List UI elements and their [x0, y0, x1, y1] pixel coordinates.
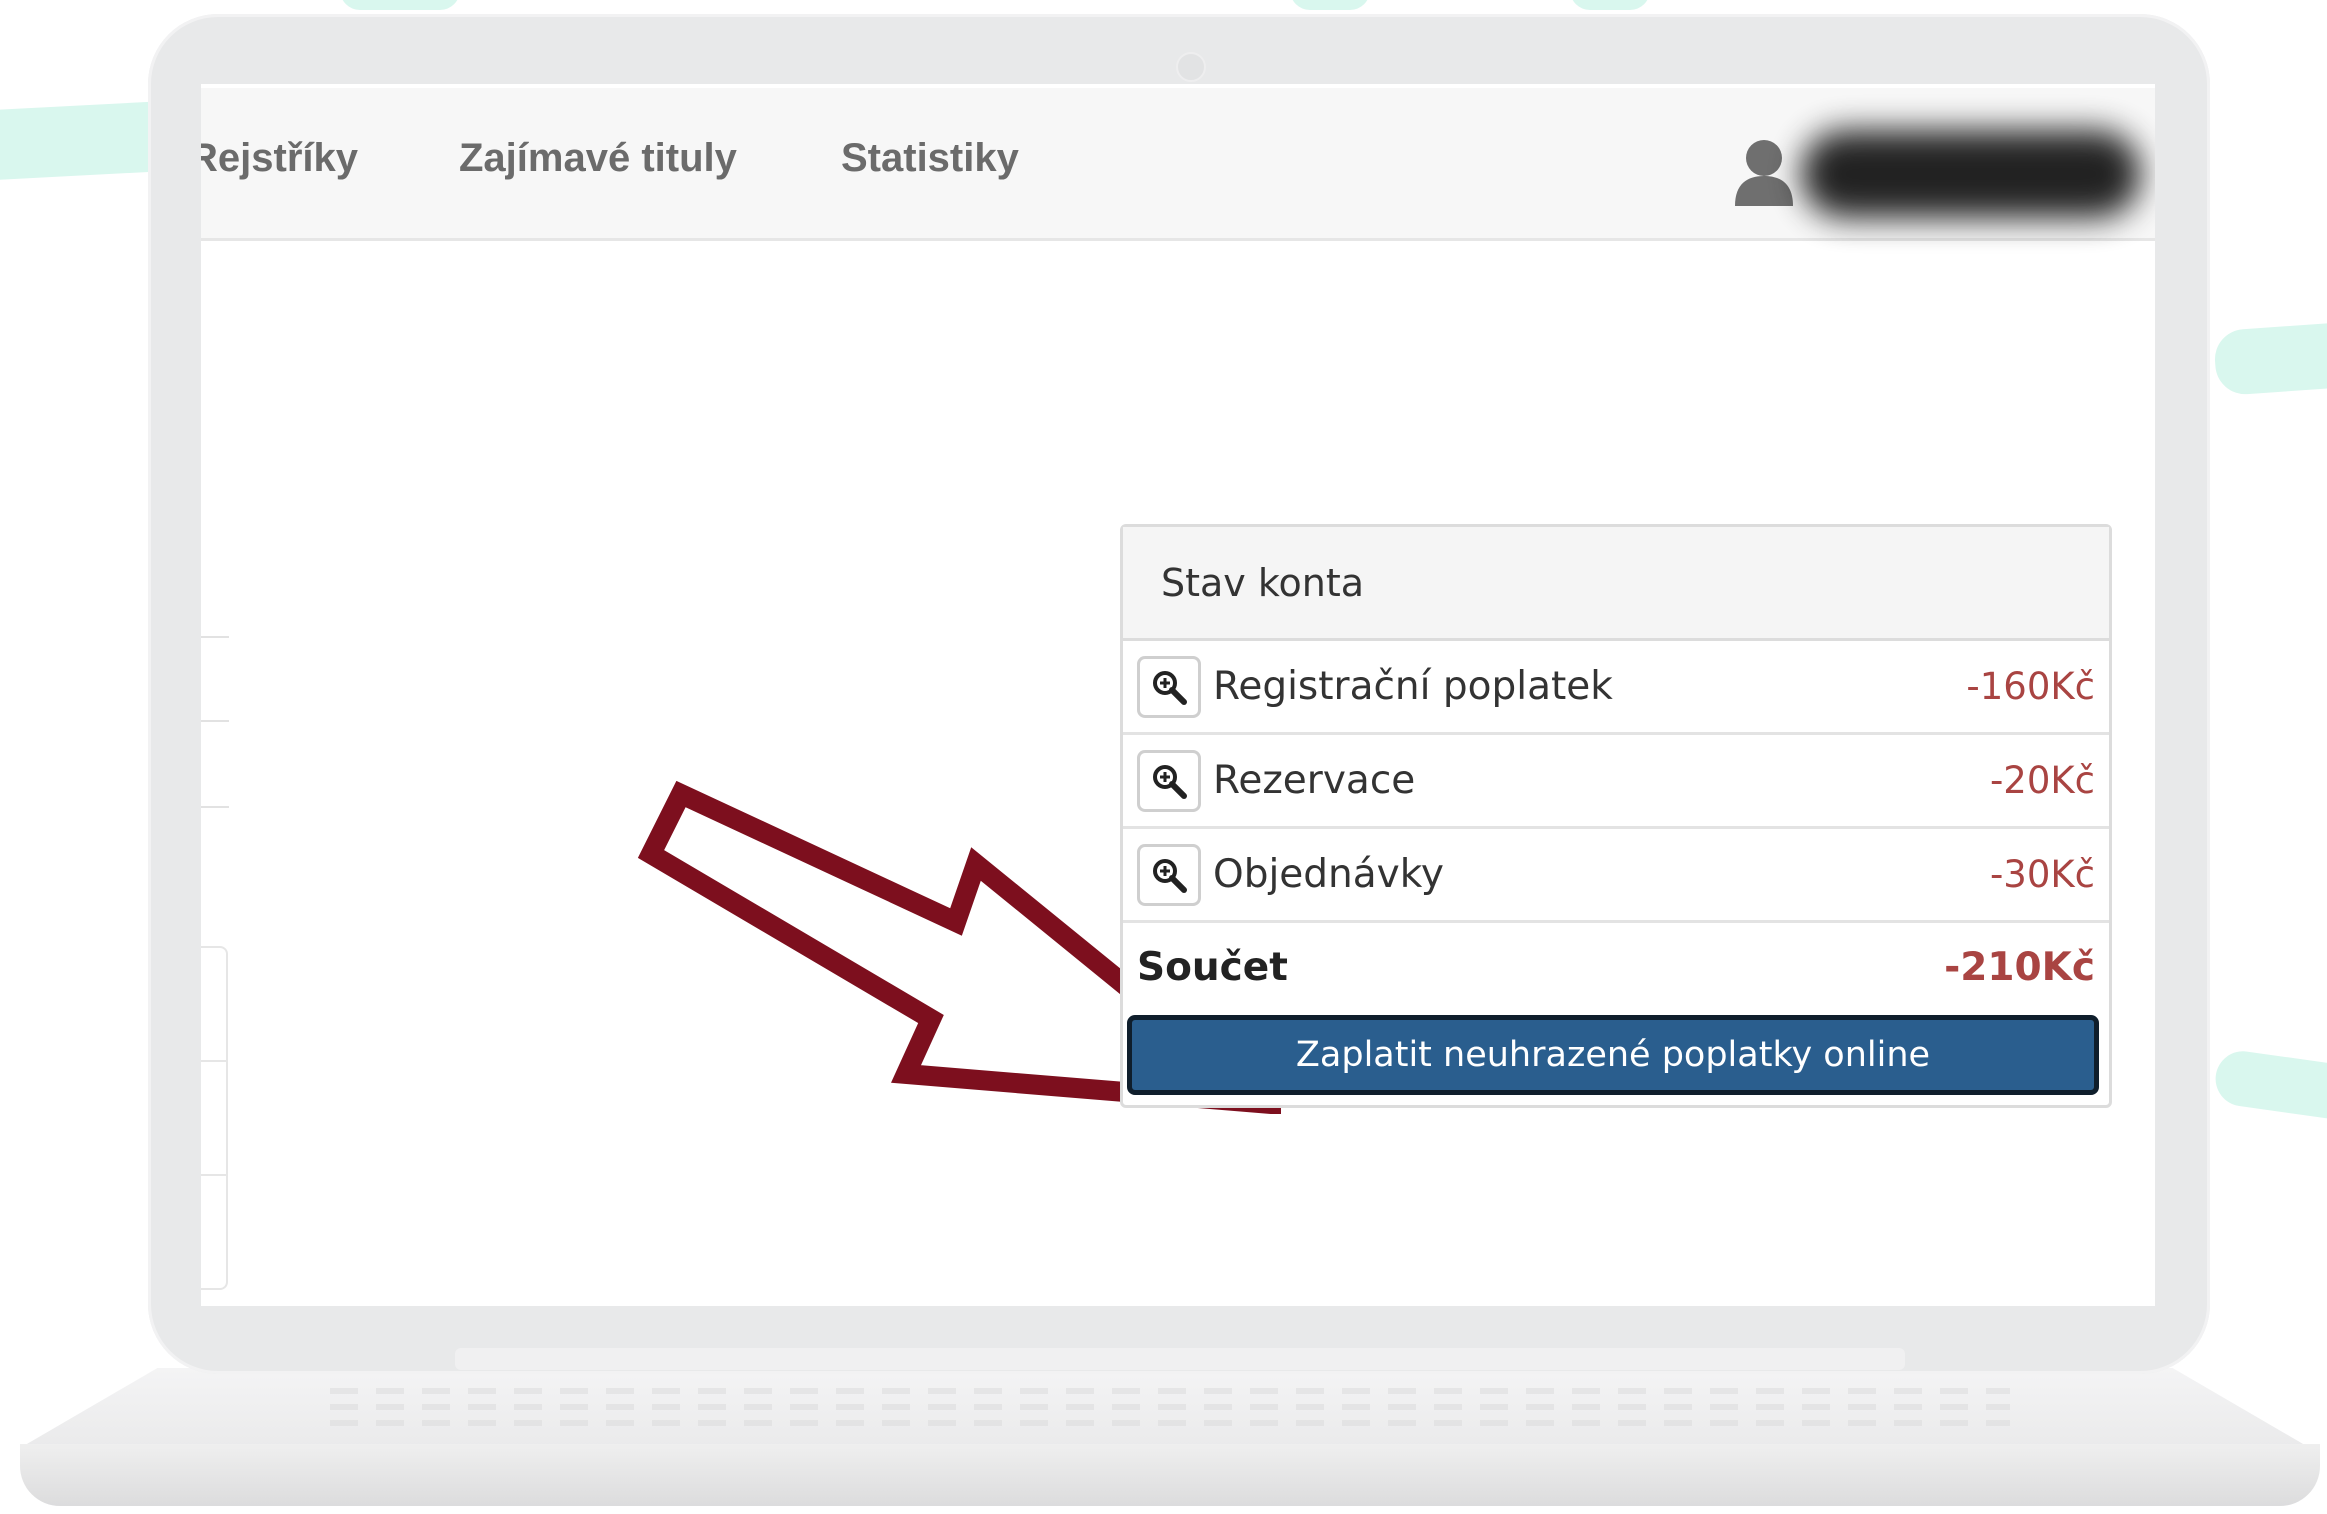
background-stroke [1570, 0, 1650, 10]
fee-amount: -20Kč [1989, 759, 2095, 802]
pay-online-button[interactable]: Zaplatit neuhrazené poplatky online [1127, 1015, 2099, 1095]
panel-heading: Stav konta [1123, 527, 2109, 641]
total-amount: -210Kč [1944, 944, 2095, 990]
sidebar-divider [201, 636, 229, 638]
fee-amount: -160Kč [1966, 665, 2095, 708]
nav-item-rejstriky[interactable]: Rejstříky [201, 136, 358, 181]
top-navbar: Rejstříky Zajímavé tituly Statistiky [201, 84, 2155, 241]
fee-label: Registrační poplatek [1213, 664, 1613, 709]
laptop-hinge [455, 1348, 1905, 1370]
zoom-in-icon[interactable] [1137, 749, 1201, 812]
nav-item-statistiky[interactable]: Statistiky [841, 136, 1019, 181]
blurred-user-name[interactable] [1801, 130, 2141, 218]
nav-item-zajimave-tituly[interactable]: Zajímavé tituly [459, 136, 737, 181]
total-label: Součet [1137, 944, 1288, 990]
camera [1176, 52, 1206, 82]
laptop-base-edge [20, 1444, 2320, 1506]
fee-row: Registrační poplatek -160Kč [1123, 641, 2109, 735]
fee-amount: -30Kč [1989, 853, 2095, 896]
user-icon[interactable] [1731, 136, 1797, 206]
background-stroke [1290, 0, 1370, 10]
sidebar-divider [201, 720, 229, 722]
sidebar-panel [201, 946, 228, 1290]
account-balance-panel: Stav konta Registrační poplatek -160Kč R… [1120, 524, 2112, 1108]
sidebar-divider [201, 806, 229, 808]
background-stroke [2212, 318, 2327, 397]
fee-row: Rezervace -20Kč [1123, 735, 2109, 829]
fee-label: Rezervace [1213, 758, 1416, 803]
total-row: Součet -210Kč [1123, 923, 2109, 1011]
laptop-keyboard [330, 1380, 2010, 1430]
zoom-in-icon[interactable] [1137, 655, 1201, 718]
background-stroke [340, 0, 460, 10]
laptop-screen: Rejstříky Zajímavé tituly Statistiky Sta… [201, 84, 2155, 1306]
fee-label: Objednávky [1213, 852, 1445, 897]
background-stroke [2212, 1047, 2327, 1128]
fee-row: Objednávky -30Kč [1123, 829, 2109, 923]
zoom-in-icon[interactable] [1137, 843, 1201, 906]
